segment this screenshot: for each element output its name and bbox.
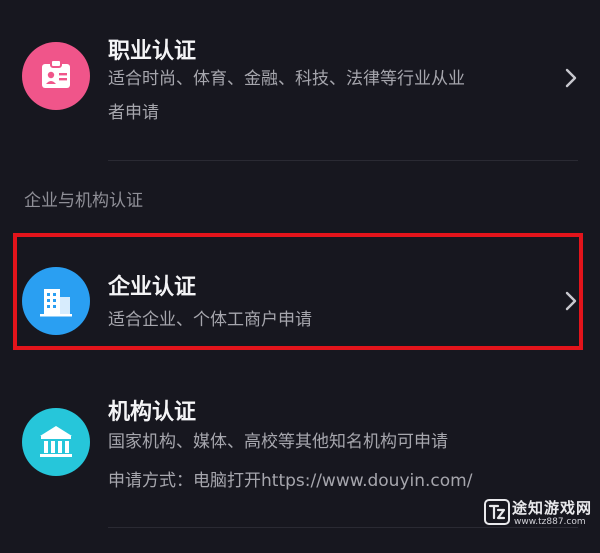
site-watermark: 途知游戏网 www.tz887.com bbox=[484, 497, 592, 531]
section-header: 企业与机构认证 bbox=[24, 191, 143, 211]
institution-verification-desc-line1: 国家机构、媒体、高校等其他知名机构可申请 bbox=[108, 432, 448, 452]
professional-verification-desc-line2: 者申请 bbox=[108, 103, 159, 123]
highlight-box bbox=[13, 233, 583, 350]
professional-verification-title: 职业认证 bbox=[108, 39, 197, 64]
professional-verification-desc-line1: 适合时尚、体育、金融、科技、法律等行业从业 bbox=[108, 69, 465, 89]
institution-verification-desc-line2: 申请方式：电脑打开https://www.douyin.com/ bbox=[108, 471, 473, 491]
chevron-right-icon bbox=[562, 66, 580, 90]
professional-verification-item[interactable]: 职业认证 适合时尚、体育、金融、科技、法律等行业从业 者申请 bbox=[0, 0, 600, 160]
watermark-url: www.tz887.com bbox=[514, 517, 586, 527]
watermark-logo-icon bbox=[484, 499, 510, 525]
divider bbox=[108, 160, 578, 161]
verification-screen: 职业认证 适合时尚、体育、金融、科技、法律等行业从业 者申请 企业与机构认证 企… bbox=[0, 0, 600, 553]
institution-verification-title: 机构认证 bbox=[108, 400, 197, 425]
institution-icon bbox=[22, 408, 90, 476]
id-card-icon bbox=[22, 42, 90, 110]
watermark-name: 途知游戏网 bbox=[512, 499, 593, 517]
